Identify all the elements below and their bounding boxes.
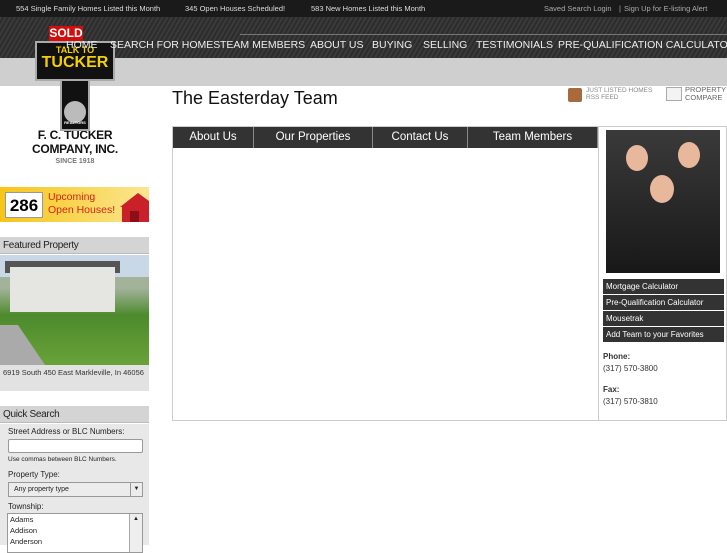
quick-search-form: Street Address or BLC Numbers: Use comma… — [0, 424, 149, 553]
logo-realtors: REALTORS — [64, 120, 86, 125]
team-links: Mortgage Calculator Pre-Qualification Ca… — [603, 279, 724, 343]
nav-prequal-calculator[interactable]: PRE-QUALIFICATION CALCULATOR — [558, 39, 727, 51]
blc-hint: Use commas between BLC Numbers. — [8, 456, 117, 463]
mousetrak-link[interactable]: Mousetrak — [603, 311, 724, 326]
stat-single-family: 554 Single Family Homes Listed this Mont… — [16, 4, 161, 13]
rss-line2: RSS FEED — [586, 94, 619, 101]
mortgage-calculator-link[interactable]: Mortgage Calculator — [603, 279, 724, 294]
township-label: Township: — [8, 502, 44, 511]
logo-tucker: TUCKER — [41, 54, 109, 71]
township-option[interactable]: Adams — [10, 514, 142, 525]
stat-open-houses: 345 Open Houses Scheduled! — [185, 4, 286, 13]
township-list[interactable]: Adams Addison Anderson ▲ — [7, 513, 143, 553]
property-type-select[interactable]: Any property type ▼ — [8, 482, 143, 497]
saved-search-login-link[interactable]: Saved Search Login — [544, 0, 612, 17]
featured-property-address[interactable]: 6919 South 450 East Markleville, In 4605… — [0, 365, 149, 391]
fax-label: Fax: — [603, 385, 620, 394]
rss-line1: JUST LISTED HOMES — [586, 87, 653, 94]
tab-team-members[interactable]: Team Members — [468, 127, 598, 148]
open-houses-line2: Open Houses! — [48, 204, 116, 216]
open-houses-line1: Upcoming — [48, 191, 96, 203]
nav-about-us[interactable]: ABOUT US — [310, 39, 363, 51]
property-type-label: Property Type: — [8, 470, 60, 479]
featured-property-heading: Featured Property — [0, 237, 149, 254]
phone-label: Phone: — [603, 352, 631, 361]
property-type-value: Any property type — [14, 486, 69, 493]
street-address-input[interactable] — [8, 439, 143, 453]
fax-value: (317) 570-3810 — [603, 397, 658, 406]
township-option[interactable]: Anderson — [10, 536, 142, 547]
chevron-down-icon: ▼ — [130, 483, 142, 496]
nav-search-for-homes[interactable]: SEARCH FOR HOMES — [110, 39, 220, 51]
home-icon — [666, 87, 682, 101]
township-scrollbar[interactable]: ▲ — [129, 514, 142, 552]
compare-line2: COMPARE — [685, 93, 723, 102]
team-sidebar: Mortgage Calculator Pre-Qualification Ca… — [598, 127, 727, 421]
prequal-calculator-link[interactable]: Pre-Qualification Calculator — [603, 295, 724, 310]
phone-block: Phone: (317) 570-3800 — [603, 352, 658, 373]
stat-new-homes: 583 New Homes Listed this Month — [311, 4, 426, 13]
top-stats-bar: 554 Single Family Homes Listed this Mont… — [0, 0, 727, 17]
separator: | — [619, 4, 621, 13]
open-houses-banner[interactable]: 286 Upcoming Open Houses! — [0, 187, 149, 222]
nav-home[interactable]: HOME — [66, 39, 98, 51]
tab-about-us[interactable]: About Us — [173, 127, 254, 148]
nav-team-members[interactable]: TEAM MEMBERS — [220, 39, 305, 51]
quick-search-heading: Quick Search — [0, 406, 149, 423]
street-label: Street Address or BLC Numbers: — [8, 427, 125, 436]
open-houses-count: 286 — [5, 192, 43, 218]
elisting-signup-link[interactable]: Sign Up for E-listing Alert — [624, 0, 707, 17]
nav-testimonials[interactable]: TESTIMONIALS — [476, 39, 553, 51]
featured-property-photo[interactable] — [0, 255, 149, 365]
rss-label: JUST LISTED HOMES RSS FEED — [586, 87, 666, 101]
fax-block: Fax: (317) 570-3810 — [603, 385, 658, 406]
team-tabs: About Us Our Properties Contact Us Team … — [173, 127, 598, 148]
nav-buying[interactable]: BUYING — [372, 39, 412, 51]
compare-label: PROPERTY COMPARE — [685, 86, 727, 102]
page-title: The Easterday Team — [172, 88, 338, 108]
house-icon — [120, 193, 149, 222]
phone-value: (317) 570-3800 — [603, 364, 658, 373]
nav-selling[interactable]: SELLING — [423, 39, 467, 51]
township-option[interactable]: Addison — [10, 525, 142, 536]
team-photo — [606, 130, 720, 273]
add-favorites-link[interactable]: Add Team to your Favorites — [603, 327, 724, 342]
scroll-up-icon[interactable]: ▲ — [130, 514, 142, 525]
rss-icon — [568, 88, 582, 102]
tab-contact-us[interactable]: Contact Us — [373, 127, 468, 148]
open-houses-text: Upcoming Open Houses! — [48, 191, 115, 217]
tab-our-properties[interactable]: Our Properties — [254, 127, 373, 148]
